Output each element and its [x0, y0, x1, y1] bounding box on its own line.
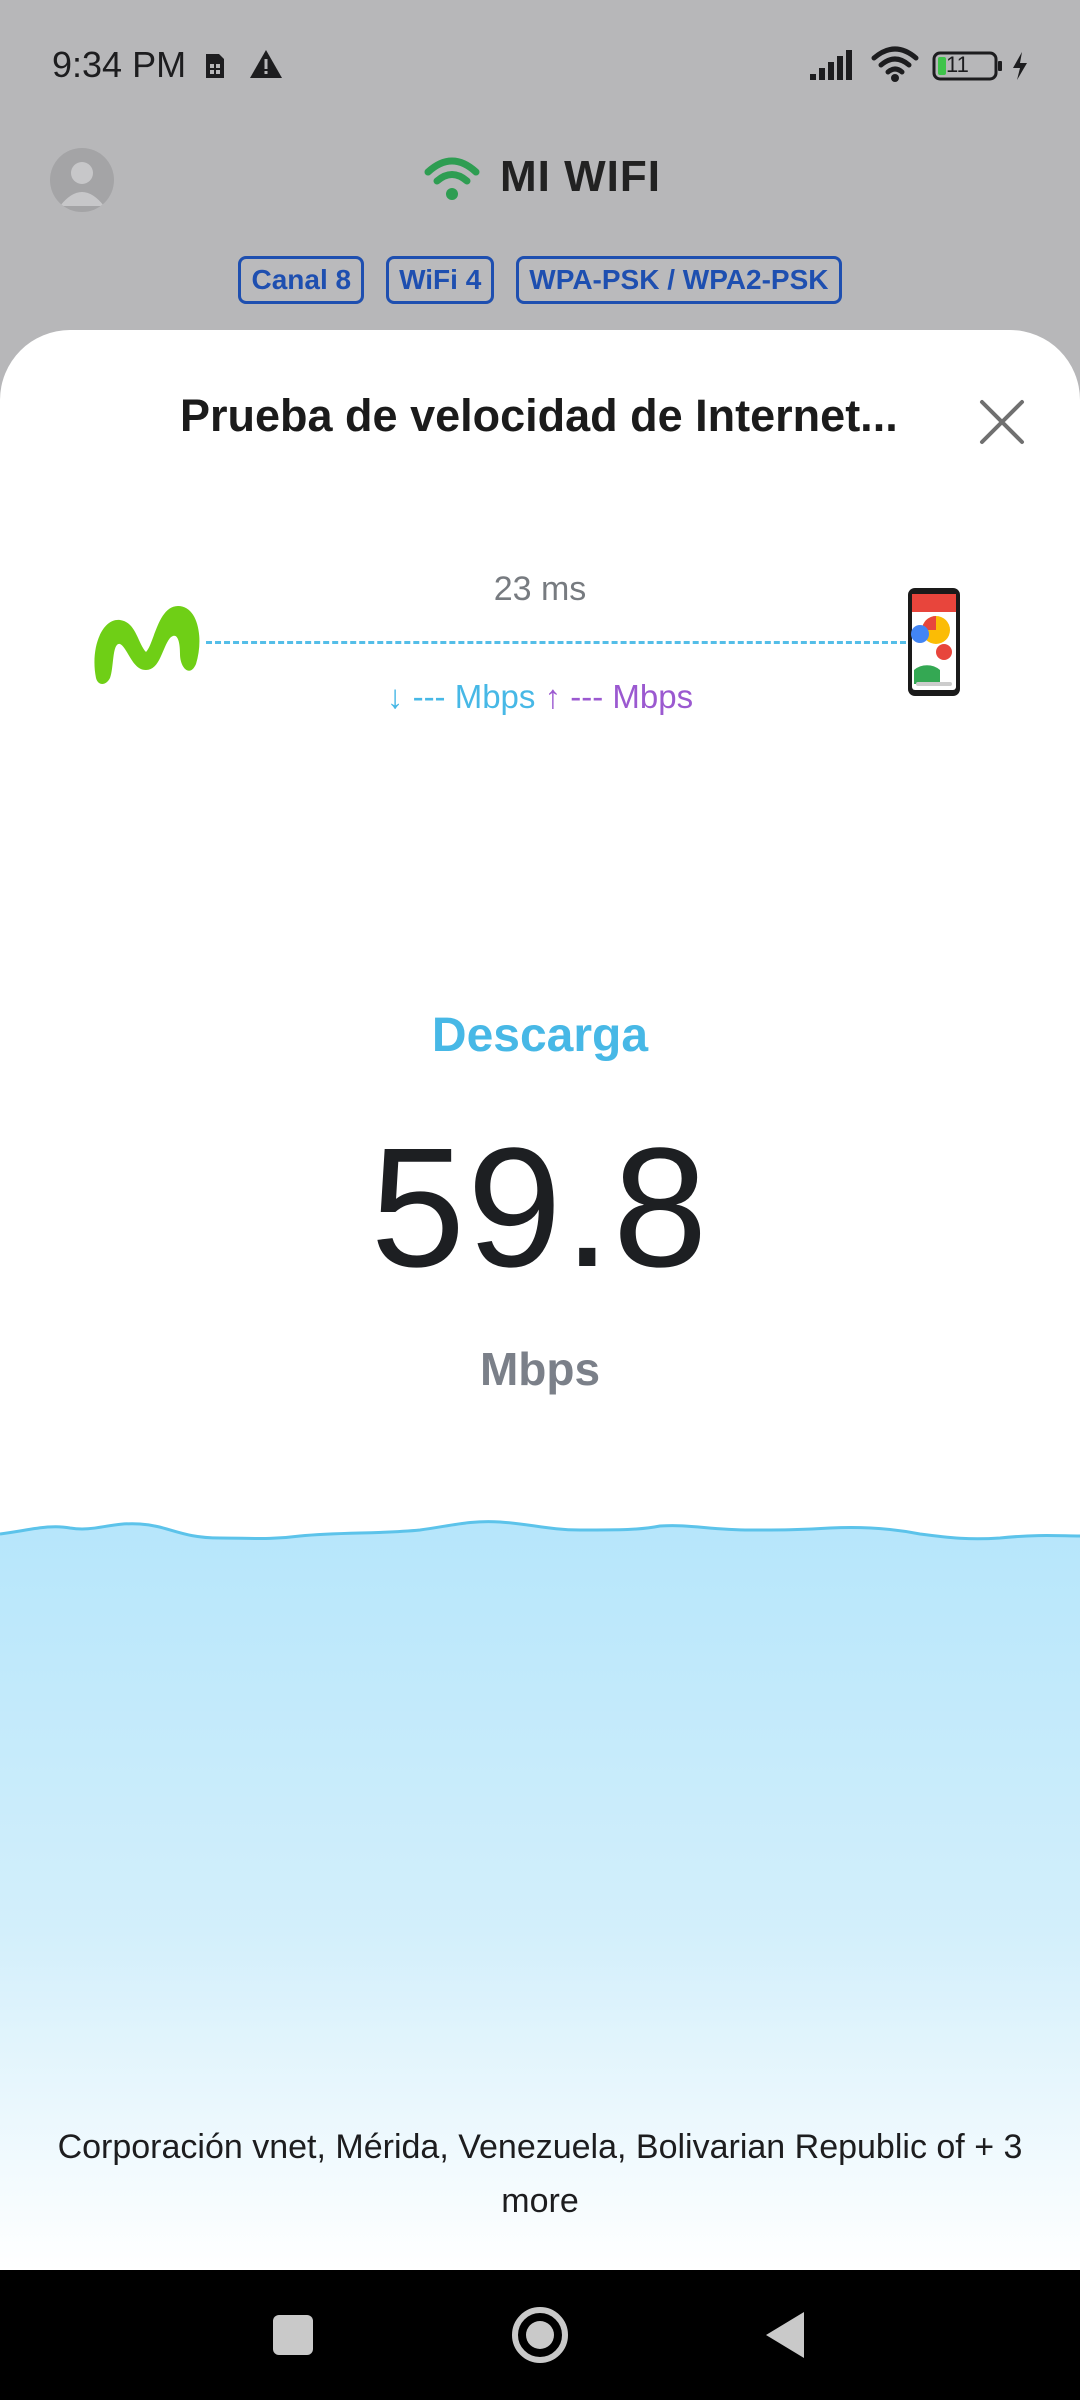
header-wifi-icon [424, 157, 480, 200]
test-mode-label: Descarga [431, 1009, 649, 1062]
close-icon[interactable] [972, 392, 1032, 452]
network-title: MI WIFI [500, 152, 661, 201]
sim-card-icon [206, 54, 224, 78]
tag-security: WPA-PSK / WPA2-PSK [516, 256, 842, 304]
wifi-icon [871, 46, 919, 82]
battery-level: 11 [946, 52, 969, 77]
speeds-summary: ↓ --- Mbps ↑ --- Mbps [0, 678, 1080, 716]
movistar-logo-icon [94, 606, 200, 684]
back-button[interactable] [752, 2300, 822, 2370]
tag-wifi-standard: WiFi 4 [386, 256, 495, 304]
charging-icon [1013, 52, 1027, 80]
user-icon [60, 162, 104, 206]
home-button[interactable] [505, 2300, 575, 2370]
navigation-bar [0, 2270, 1080, 2400]
recents-button[interactable] [258, 2300, 328, 2370]
status-time: 9:34 PM [52, 44, 187, 85]
upload-speed-placeholder: ↑ --- Mbps [544, 678, 694, 715]
sheet-title: Prueba de velocidad de Internet... [180, 390, 898, 441]
network-tags: Canal 8 WiFi 4 WPA-PSK / WPA2-PSK [0, 256, 1080, 304]
download-speed-placeholder: ↓ --- Mbps [386, 678, 536, 715]
speed-test-sheet: Prueba de velocidad de Internet... 23 ms… [0, 330, 1080, 2270]
speed-unit: Mbps [479, 1343, 601, 1395]
connection-line [206, 641, 906, 644]
avatar[interactable] [50, 148, 114, 212]
speed-value: 59.8 [370, 1113, 710, 1303]
signal-icon [810, 50, 852, 80]
status-bar: 9:34 PM 11 [0, 0, 1080, 130]
screen: 9:34 PM 11 MI WIFI Canal 8 WiFi 4 WPA-PS… [0, 0, 1080, 2400]
server-info[interactable]: Corporación vnet, Mérida, Venezuela, Bol… [40, 2120, 1040, 2228]
alert-icon [250, 50, 282, 78]
tag-channel: Canal 8 [238, 256, 365, 304]
